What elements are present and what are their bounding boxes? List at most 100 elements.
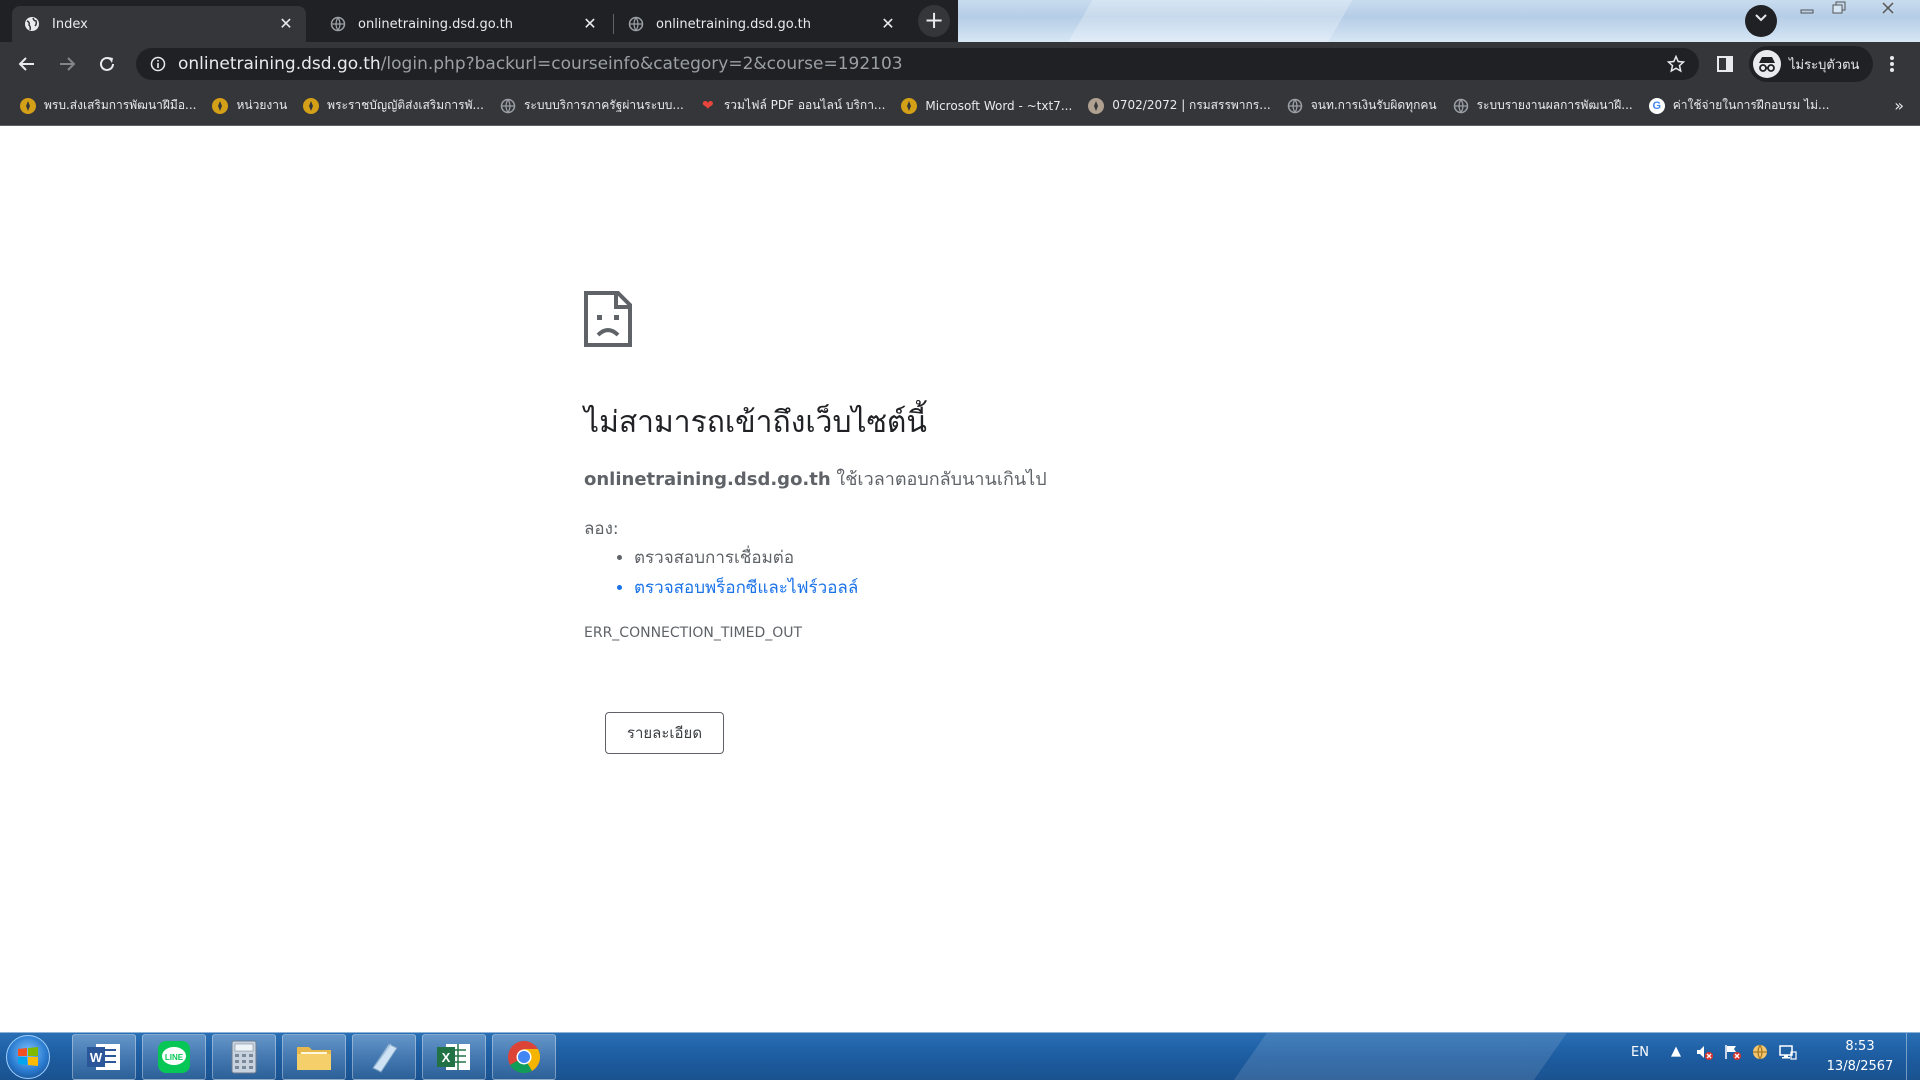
line-icon: LINE [158, 1041, 190, 1073]
bookmark-label: หน่วยงาน [236, 98, 288, 112]
tab-title: Index [52, 16, 88, 32]
clock[interactable]: 8:53 13/8/2567 [1814, 1037, 1906, 1077]
windows-taskbar: W LINE X EN ▲ 8:53 13/8/2567 [0, 1032, 1920, 1081]
bookmark-label: 0702/2072 | กรมสรรพากร... [1112, 98, 1271, 112]
bookmark-item[interactable]: 0702/2072 | กรมสรรพากร... [1080, 92, 1278, 120]
url-path: /login.php?backurl=courseinfo&category=2… [380, 54, 903, 74]
star-icon[interactable] [1666, 54, 1686, 77]
minimize-icon [1800, 9, 1814, 14]
restore-button[interactable] [1824, 0, 1854, 22]
bookmark-item[interactable]: ระบบบริการภาครัฐผ่านระบบ... [492, 92, 692, 120]
start-button[interactable] [6, 1035, 50, 1079]
address-bar[interactable]: onlinetraining.dsd.go.th/login.php?backu… [136, 48, 1699, 80]
taskbar-line[interactable]: LINE [142, 1034, 206, 1080]
globe-icon [330, 16, 346, 32]
bookmark-item[interactable]: พระราชบัญญัติส่งเสริมการพั... [295, 92, 492, 120]
tab-onlinetraining-2[interactable]: onlinetraining.dsd.go.th ✕ [616, 6, 908, 42]
error-message: ใช้เวลาตอบกลับนานเกินไป [830, 469, 1047, 490]
minimize-button[interactable] [1792, 0, 1822, 22]
bookmark-label: รวมไฟล์ PDF ออนไลน์ บริกา... [723, 98, 886, 112]
incognito-profile-button[interactable]: ไม่ระบุตัวตน [1749, 46, 1873, 82]
close-icon[interactable]: ✕ [582, 16, 598, 32]
side-panel-icon [1717, 56, 1733, 72]
arrow-left-icon [18, 57, 34, 71]
incognito-icon [1753, 50, 1781, 78]
reload-button[interactable] [91, 48, 123, 80]
calculator-icon [231, 1040, 257, 1074]
network-globe-icon[interactable] [1751, 1043, 1769, 1061]
action-center-flag-icon[interactable] [1723, 1043, 1741, 1061]
tab-onlinetraining-1[interactable]: onlinetraining.dsd.go.th ✕ [318, 6, 610, 42]
info-icon[interactable] [150, 56, 166, 76]
speaker-icon[interactable] [1695, 1043, 1713, 1061]
close-icon[interactable]: ✕ [278, 16, 294, 32]
taskbar-calculator[interactable] [212, 1034, 276, 1080]
excel-icon: X [437, 1044, 470, 1070]
svg-text:W: W [90, 1050, 103, 1065]
close-icon[interactable]: ✕ [880, 16, 896, 32]
bookmark-label: ระบบบริการภาครัฐผ่านระบบ... [523, 98, 684, 112]
heart-icon: ❤ [701, 97, 714, 114]
bookmark-label: พรบ.ส่งเสริมการพัฒนาฝีมือ... [44, 98, 197, 112]
bookmark-item[interactable]: ❤ รวมไฟล์ PDF ออนไลน์ บริกา... [692, 92, 894, 120]
more-vert-icon [1890, 56, 1894, 72]
chrome-icon [508, 1041, 541, 1074]
error-description: onlinetraining.dsd.go.th ใช้เวลาตอบกลับน… [584, 464, 1047, 493]
taskbar-explorer[interactable] [282, 1034, 346, 1080]
tab-strip: Index ✕ onlinetraining.dsd.go.th ✕ onlin… [0, 0, 1920, 42]
bookmarks-bar: พรบ.ส่งเสริมการพัฒนาฝีมือ... หน่วยงาน พระร… [0, 86, 1920, 126]
tab-search-button[interactable] [1745, 5, 1777, 37]
forward-button[interactable] [51, 48, 83, 80]
bookmark-label: ระบบรายงานผลการพัฒนาฝี... [1476, 98, 1633, 112]
svg-text:X: X [442, 1050, 451, 1065]
tab-index[interactable]: Index ✕ [12, 6, 306, 42]
system-tray: ▲ [1667, 1043, 1797, 1061]
show-desktop-button[interactable] [1906, 1033, 1920, 1081]
restore-icon [1832, 1, 1846, 14]
bookmark-item[interactable]: จนท.การเงินรับผิดทุกคน [1279, 92, 1445, 120]
profile-label: ไม่ระบุตัวตน [1789, 57, 1860, 73]
network-icon[interactable] [1779, 1043, 1797, 1061]
error-code: ERR_CONNECTION_TIMED_OUT [584, 625, 803, 641]
taskbar-notepad[interactable] [352, 1034, 416, 1080]
try-label: ลอง: [584, 519, 619, 539]
close-window-button[interactable] [1872, 0, 1904, 22]
globe-icon [500, 98, 516, 114]
sad-document-icon [584, 291, 632, 347]
taskbar-word[interactable]: W [72, 1034, 136, 1080]
url-host: onlinetraining.dsd.go.th [178, 54, 381, 74]
globe-icon [1453, 98, 1469, 114]
reload-icon [100, 56, 114, 71]
tab-title: onlinetraining.dsd.go.th [358, 16, 514, 32]
seal-icon [20, 97, 36, 114]
details-button[interactable]: รายละเอียด [605, 712, 724, 754]
bookmark-list: พรบ.ส่งเสริมการพัฒนาฝีมือ... หน่วยงาน พระร… [12, 92, 1837, 120]
bookmark-item[interactable]: หน่วยงาน [204, 92, 295, 120]
error-page: ไม่สามารถเข้าถึงเว็บไซต์นี้ onlinetraini… [0, 127, 1920, 1032]
seal-icon [1088, 97, 1105, 114]
error-title: ไม่สามารถเข้าถึงเว็บไซต์นี้ [584, 405, 927, 440]
url-text[interactable]: onlinetraining.dsd.go.th/login.php?backu… [178, 48, 903, 80]
suggestion-check-proxy-firewall-link[interactable]: ตรวจสอบพร็อกซีและไฟร์วอลล์ [634, 573, 858, 603]
word-icon: W [87, 1044, 120, 1070]
seal-icon [901, 97, 918, 114]
bookmarks-overflow-button[interactable]: » [1894, 86, 1904, 126]
side-panel-button[interactable] [1709, 48, 1741, 80]
folder-icon [297, 1047, 331, 1070]
new-tab-button[interactable]: + [918, 5, 950, 37]
back-button[interactable] [11, 48, 43, 80]
bookmark-item[interactable]: ระบบรายงานผลการพัฒนาฝี... [1445, 92, 1641, 120]
bookmark-item[interactable]: Microsoft Word - ~txt7... [893, 92, 1080, 120]
google-icon: G [1648, 97, 1665, 114]
menu-button[interactable] [1876, 48, 1908, 80]
error-host: onlinetraining.dsd.go.th [584, 469, 831, 490]
bookmark-item[interactable]: G ค่าใช้จ่ายในการฝึกอบรม ไม่... [1641, 92, 1838, 120]
tray-expand-icon[interactable]: ▲ [1667, 1043, 1685, 1061]
close-icon [1882, 2, 1894, 14]
suggestion-check-connection: ตรวจสอบการเชื่อมต่อ [634, 543, 858, 573]
taskbar-excel[interactable]: X [422, 1034, 486, 1080]
language-indicator[interactable]: EN [1631, 1045, 1649, 1060]
chevron-down-icon [1755, 14, 1767, 22]
taskbar-chrome[interactable] [492, 1034, 556, 1080]
bookmark-item[interactable]: พรบ.ส่งเสริมการพัฒนาฝีมือ... [12, 92, 204, 120]
